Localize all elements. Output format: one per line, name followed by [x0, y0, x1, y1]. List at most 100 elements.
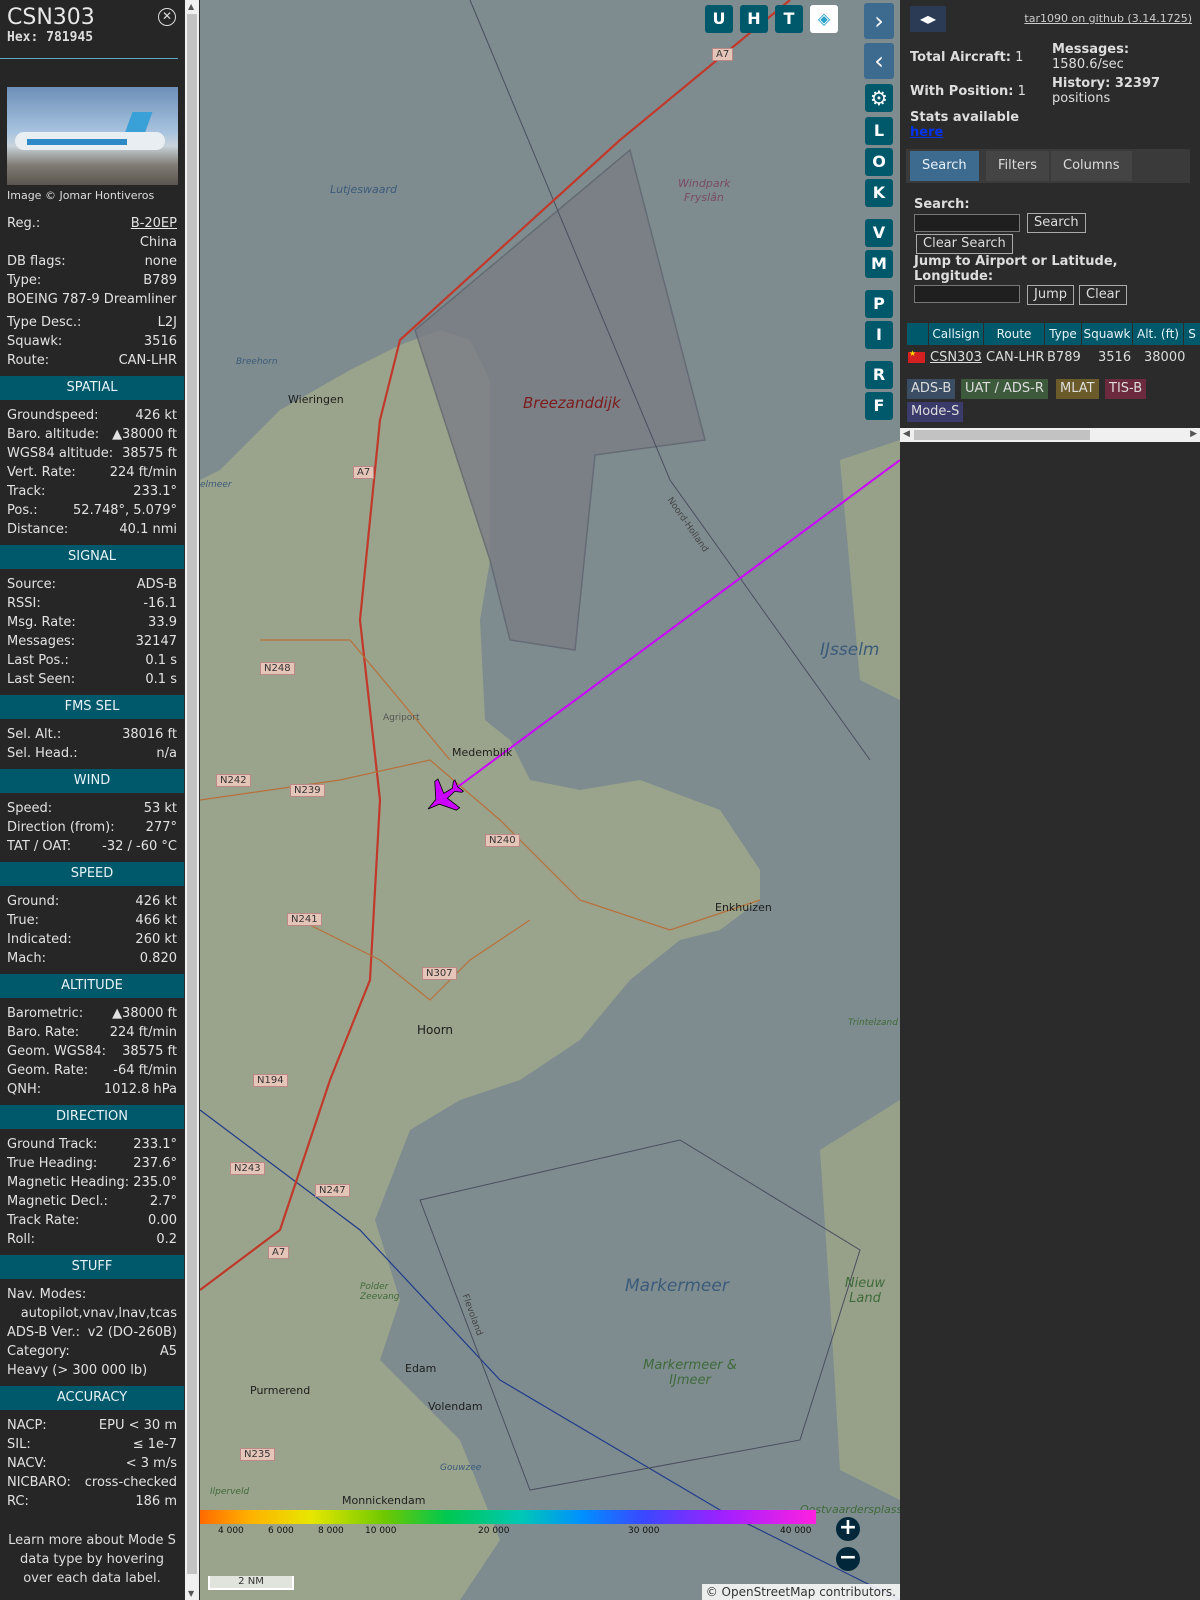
fms-row: Sel. Head.: n/a [0, 744, 184, 763]
toolbar-k-button[interactable]: K [865, 179, 893, 207]
table-header-type[interactable]: Type [1045, 323, 1081, 345]
label-ijsselmeer: IJsselm [820, 640, 880, 660]
table-header-altitude[interactable]: Alt. (ft) [1133, 323, 1183, 345]
signal-row: RSSI: -16.1 [0, 594, 184, 613]
stats-available: Stats available here [910, 110, 1019, 140]
label-lutjeswaard: Lutjeswaard [330, 183, 397, 196]
category-label: Category: [7, 1344, 70, 1359]
accuracy-label: SIL: [7, 1437, 31, 1452]
wind-row: Direction (from): 277° [0, 818, 184, 837]
adsbver-label: ADS-B Ver.: [7, 1325, 80, 1340]
github-link[interactable]: tar1090 on github (3.14.1725) [1024, 12, 1192, 25]
spatial-row: Pos.: 52.748°, 5.079° [0, 501, 184, 520]
speed-value: 0.820 [139, 951, 177, 966]
withpos-value: 1 [1017, 84, 1026, 99]
spatial-value: 38575 ft [122, 446, 177, 461]
markermeer-boundary [419, 1139, 861, 1491]
table-header-callsign[interactable]: Callsign [929, 323, 983, 345]
scroll-up-icon[interactable]: ▲ [188, 2, 194, 11]
toolbar-v-button[interactable]: V [865, 219, 893, 247]
section-spatial: SPATIAL [0, 376, 184, 400]
clear-search-button[interactable]: Clear Search [916, 234, 1013, 254]
messages-rate: 1580.6/sec [1052, 57, 1124, 72]
signal-value: 0.1 s [145, 672, 177, 687]
accuracy-value: cross-checked [84, 1475, 177, 1490]
tab-columns[interactable]: Columns [1051, 151, 1132, 181]
country-row: China [0, 233, 184, 252]
aircraft-photo[interactable] [7, 87, 178, 185]
zoom-in-button[interactable]: + [836, 1517, 860, 1541]
altitude-row: Geom. WGS84: 38575 ft [0, 1042, 184, 1061]
row-route: CAN-LHR [986, 350, 1045, 365]
label-windpark: Windpark [678, 177, 731, 190]
reg-link[interactable]: B-20EP [131, 214, 177, 233]
spatial-value: 224 ft/min [109, 465, 177, 480]
toolbar-t-button[interactable]: T [775, 5, 803, 33]
jump-input[interactable] [914, 285, 1020, 303]
toolbar-f-button[interactable]: F [865, 392, 893, 420]
adsbver-row: ADS-B Ver.: v2 (DO-260B) [0, 1323, 184, 1342]
table-header-squawk[interactable]: Squawk [1082, 323, 1132, 345]
tab-filters[interactable]: Filters [986, 151, 1049, 181]
gear-icon[interactable]: ⚙ [865, 84, 893, 112]
category-row: Category: A5 [0, 1342, 184, 1361]
signal-label: Msg. Rate: [7, 615, 76, 630]
road-badge: A7 [712, 48, 734, 61]
speed-row: True: 466 kt [0, 911, 184, 930]
search-button[interactable]: Search [1027, 213, 1086, 233]
scroll-left-icon[interactable]: ◀ [903, 429, 910, 439]
altitude-label: Barometric: [7, 1006, 84, 1021]
row-callsign[interactable]: CSN303 [930, 348, 982, 368]
close-icon[interactable]: ✕ [158, 8, 176, 26]
signal-label: Messages: [7, 634, 76, 649]
zoom-out-button[interactable]: − [836, 1547, 860, 1571]
expand-collapse-icon[interactable]: ◂▸ [910, 6, 946, 32]
section-speed: SPEED [0, 862, 184, 886]
clear-button[interactable]: Clear [1079, 285, 1127, 305]
info-scrollbar[interactable]: ▲ ▼ [185, 0, 199, 1600]
altitude-value: 1012.8 hPa [103, 1082, 177, 1097]
toolbar-o-button[interactable]: O [865, 148, 893, 176]
table-header-speed[interactable]: S [1184, 323, 1200, 345]
tab-search[interactable]: Search [910, 151, 979, 181]
chevron-left-button[interactable]: ‹ [864, 43, 894, 79]
accuracy-group: NACP: EPU < 30 m SIL: ≤ 1e-7 NACV: < 3 m/s NIC… [0, 1416, 184, 1511]
layers-icon[interactable]: ◈ [810, 5, 838, 33]
country-value: China [139, 235, 177, 250]
aircraft-list-panel: ◂▸ tar1090 on github (3.14.1725) Total A… [900, 0, 1200, 1600]
toolbar-h-button[interactable]: H [740, 5, 768, 33]
table-hscrollbar-thumb[interactable] [914, 430, 1090, 440]
scroll-down-icon[interactable]: ▼ [188, 1589, 194, 1598]
stats-link[interactable]: here [910, 125, 943, 140]
toolbar-l-button[interactable]: L [865, 117, 893, 145]
map-attribution[interactable]: © OpenStreetMap contributors. [701, 1584, 900, 1600]
signal-value: -16.1 [143, 596, 177, 611]
toolbar-p-button[interactable]: P [865, 290, 893, 318]
fms-value: n/a [156, 746, 177, 761]
speed-value: 426 kt [135, 894, 177, 909]
table-header-route[interactable]: Route [984, 323, 1044, 345]
map[interactable]: Lutjeswaard Windpark Fryslân Breezanddij… [200, 0, 900, 1600]
section-stuff: STUFF [0, 1255, 184, 1279]
toolbar-u-button[interactable]: U [705, 5, 733, 33]
info-scrollbar-thumb[interactable] [187, 14, 197, 1574]
spatial-label: Distance: [7, 522, 69, 537]
scroll-right-icon[interactable]: ▶ [1190, 429, 1197, 439]
speed-row: Ground: 426 kt [0, 892, 184, 911]
total-label: Total Aircraft: [910, 50, 1011, 65]
direction-group: Ground Track: 233.1° True Heading: 237.6° Ma… [0, 1135, 184, 1249]
search-input[interactable] [914, 214, 1020, 232]
signal-value: 32147 [135, 634, 177, 649]
toolbar-r-button[interactable]: R [865, 361, 893, 389]
chevron-right-button[interactable]: › [864, 3, 894, 39]
category-value: A5 [159, 1344, 177, 1359]
toolbar-i-button[interactable]: I [865, 321, 893, 349]
section-accuracy: ACCURACY [0, 1386, 184, 1410]
speed-label: Ground: [7, 894, 60, 909]
wind-value: -32 / -60 °C [102, 839, 177, 854]
badge-mlat: MLAT [1056, 379, 1099, 399]
table-hscrollbar[interactable]: ◀ ▶ [900, 428, 1200, 442]
toolbar-m-button[interactable]: M [865, 250, 893, 278]
jump-button[interactable]: Jump [1027, 285, 1074, 305]
direction-value: 235.0° [133, 1175, 177, 1190]
